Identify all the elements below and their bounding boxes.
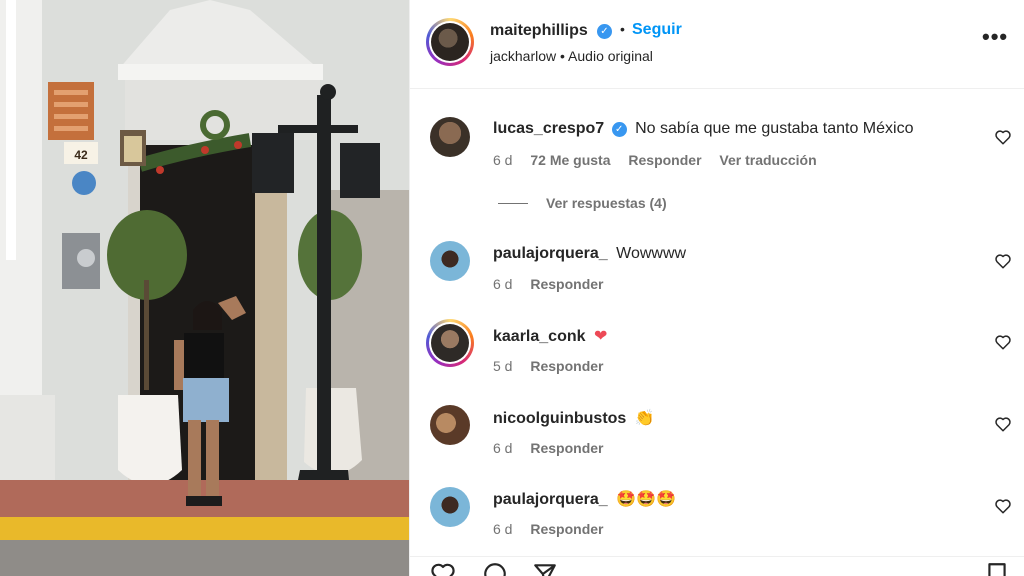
reply-button[interactable]: Responder [530, 276, 603, 292]
post-side-panel: maitephillips ✓ • Seguir jackharlow • Au… [409, 0, 1024, 576]
reply-button[interactable]: Responder [628, 152, 701, 168]
comment-username[interactable]: paulajorquera_ [493, 491, 608, 508]
comment-text: 👏 [634, 408, 655, 427]
comment-time: 5 d [493, 358, 513, 374]
heart-icon[interactable] [994, 333, 1012, 351]
follow-button[interactable]: Seguir [632, 21, 682, 39]
comment-text: No sabía que me gustaba tanto México [635, 120, 914, 137]
comment-text: 🤩🤩🤩 [616, 489, 676, 508]
reply-button[interactable]: Responder [530, 521, 603, 537]
reply-button[interactable]: Responder [530, 440, 603, 456]
post-header: maitephillips ✓ • Seguir jackharlow • Au… [410, 0, 1024, 89]
comment-username[interactable]: kaarla_conk [493, 328, 586, 345]
header-separator: • [620, 21, 625, 37]
more-options-icon[interactable]: ••• [982, 26, 1007, 52]
owner-avatar[interactable] [426, 18, 474, 66]
commenter-avatar[interactable] [426, 319, 474, 367]
heart-icon[interactable] [994, 497, 1012, 515]
post-photo[interactable]: 42 [0, 0, 409, 576]
translate-button[interactable]: Ver traducción [719, 152, 816, 168]
audio-info[interactable]: jackharlow • Audio original [490, 48, 653, 64]
view-replies-label: Ver respuestas (4) [546, 195, 667, 211]
heart-icon[interactable] [994, 415, 1012, 433]
commenter-avatar[interactable] [430, 241, 470, 281]
reply-button[interactable]: Responder [530, 358, 603, 374]
owner-username[interactable]: maitephillips [490, 22, 588, 40]
share-icon[interactable] [532, 561, 558, 576]
view-replies-button[interactable]: Ver respuestas (4) [498, 195, 667, 211]
heart-icon[interactable] [994, 128, 1012, 146]
comment-icon[interactable] [482, 561, 508, 576]
comment-time: 6 d [493, 276, 513, 292]
verified-badge-icon: ✓ [597, 24, 612, 39]
bookmark-icon[interactable] [984, 561, 1010, 576]
heart-icon[interactable] [994, 252, 1012, 270]
comment-username[interactable]: lucas_crespo7 [493, 120, 604, 137]
comment-time: 6 d [493, 152, 513, 168]
comment-username[interactable]: paulajorquera_ [493, 245, 608, 262]
house-number: 42 [74, 148, 88, 162]
comment-username[interactable]: nicoolguinbustos [493, 410, 626, 427]
commenter-avatar[interactable] [430, 487, 470, 527]
commenter-avatar[interactable] [430, 117, 470, 157]
like-heart-icon[interactable] [430, 561, 456, 576]
post-action-bar [410, 556, 1024, 576]
commenter-avatar[interactable] [430, 405, 470, 445]
verified-badge-icon: ✓ [611, 122, 627, 137]
comment-likes[interactable]: 72 Me gusta [530, 152, 610, 168]
comment-time: 6 d [493, 521, 513, 537]
comment-time: 6 d [493, 440, 513, 456]
comment-text: Wowwww [616, 245, 687, 262]
comment-text: ❤ [593, 326, 608, 345]
replies-divider [498, 203, 528, 204]
street-photo-image: 42 [0, 0, 409, 576]
